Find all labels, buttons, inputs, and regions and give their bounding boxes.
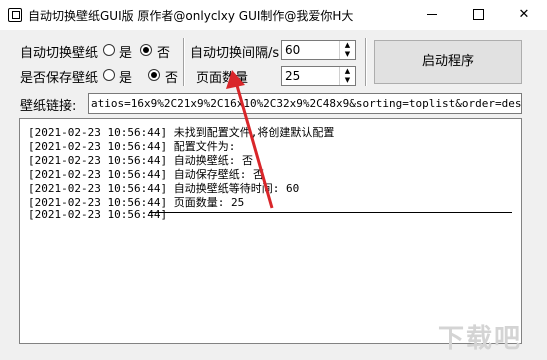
annotation-arrow-shaft — [234, 81, 274, 209]
annotation-arrow — [226, 70, 274, 209]
annotation-arrow-head — [226, 70, 245, 89]
watermark: 下载吧 — [438, 324, 523, 354]
